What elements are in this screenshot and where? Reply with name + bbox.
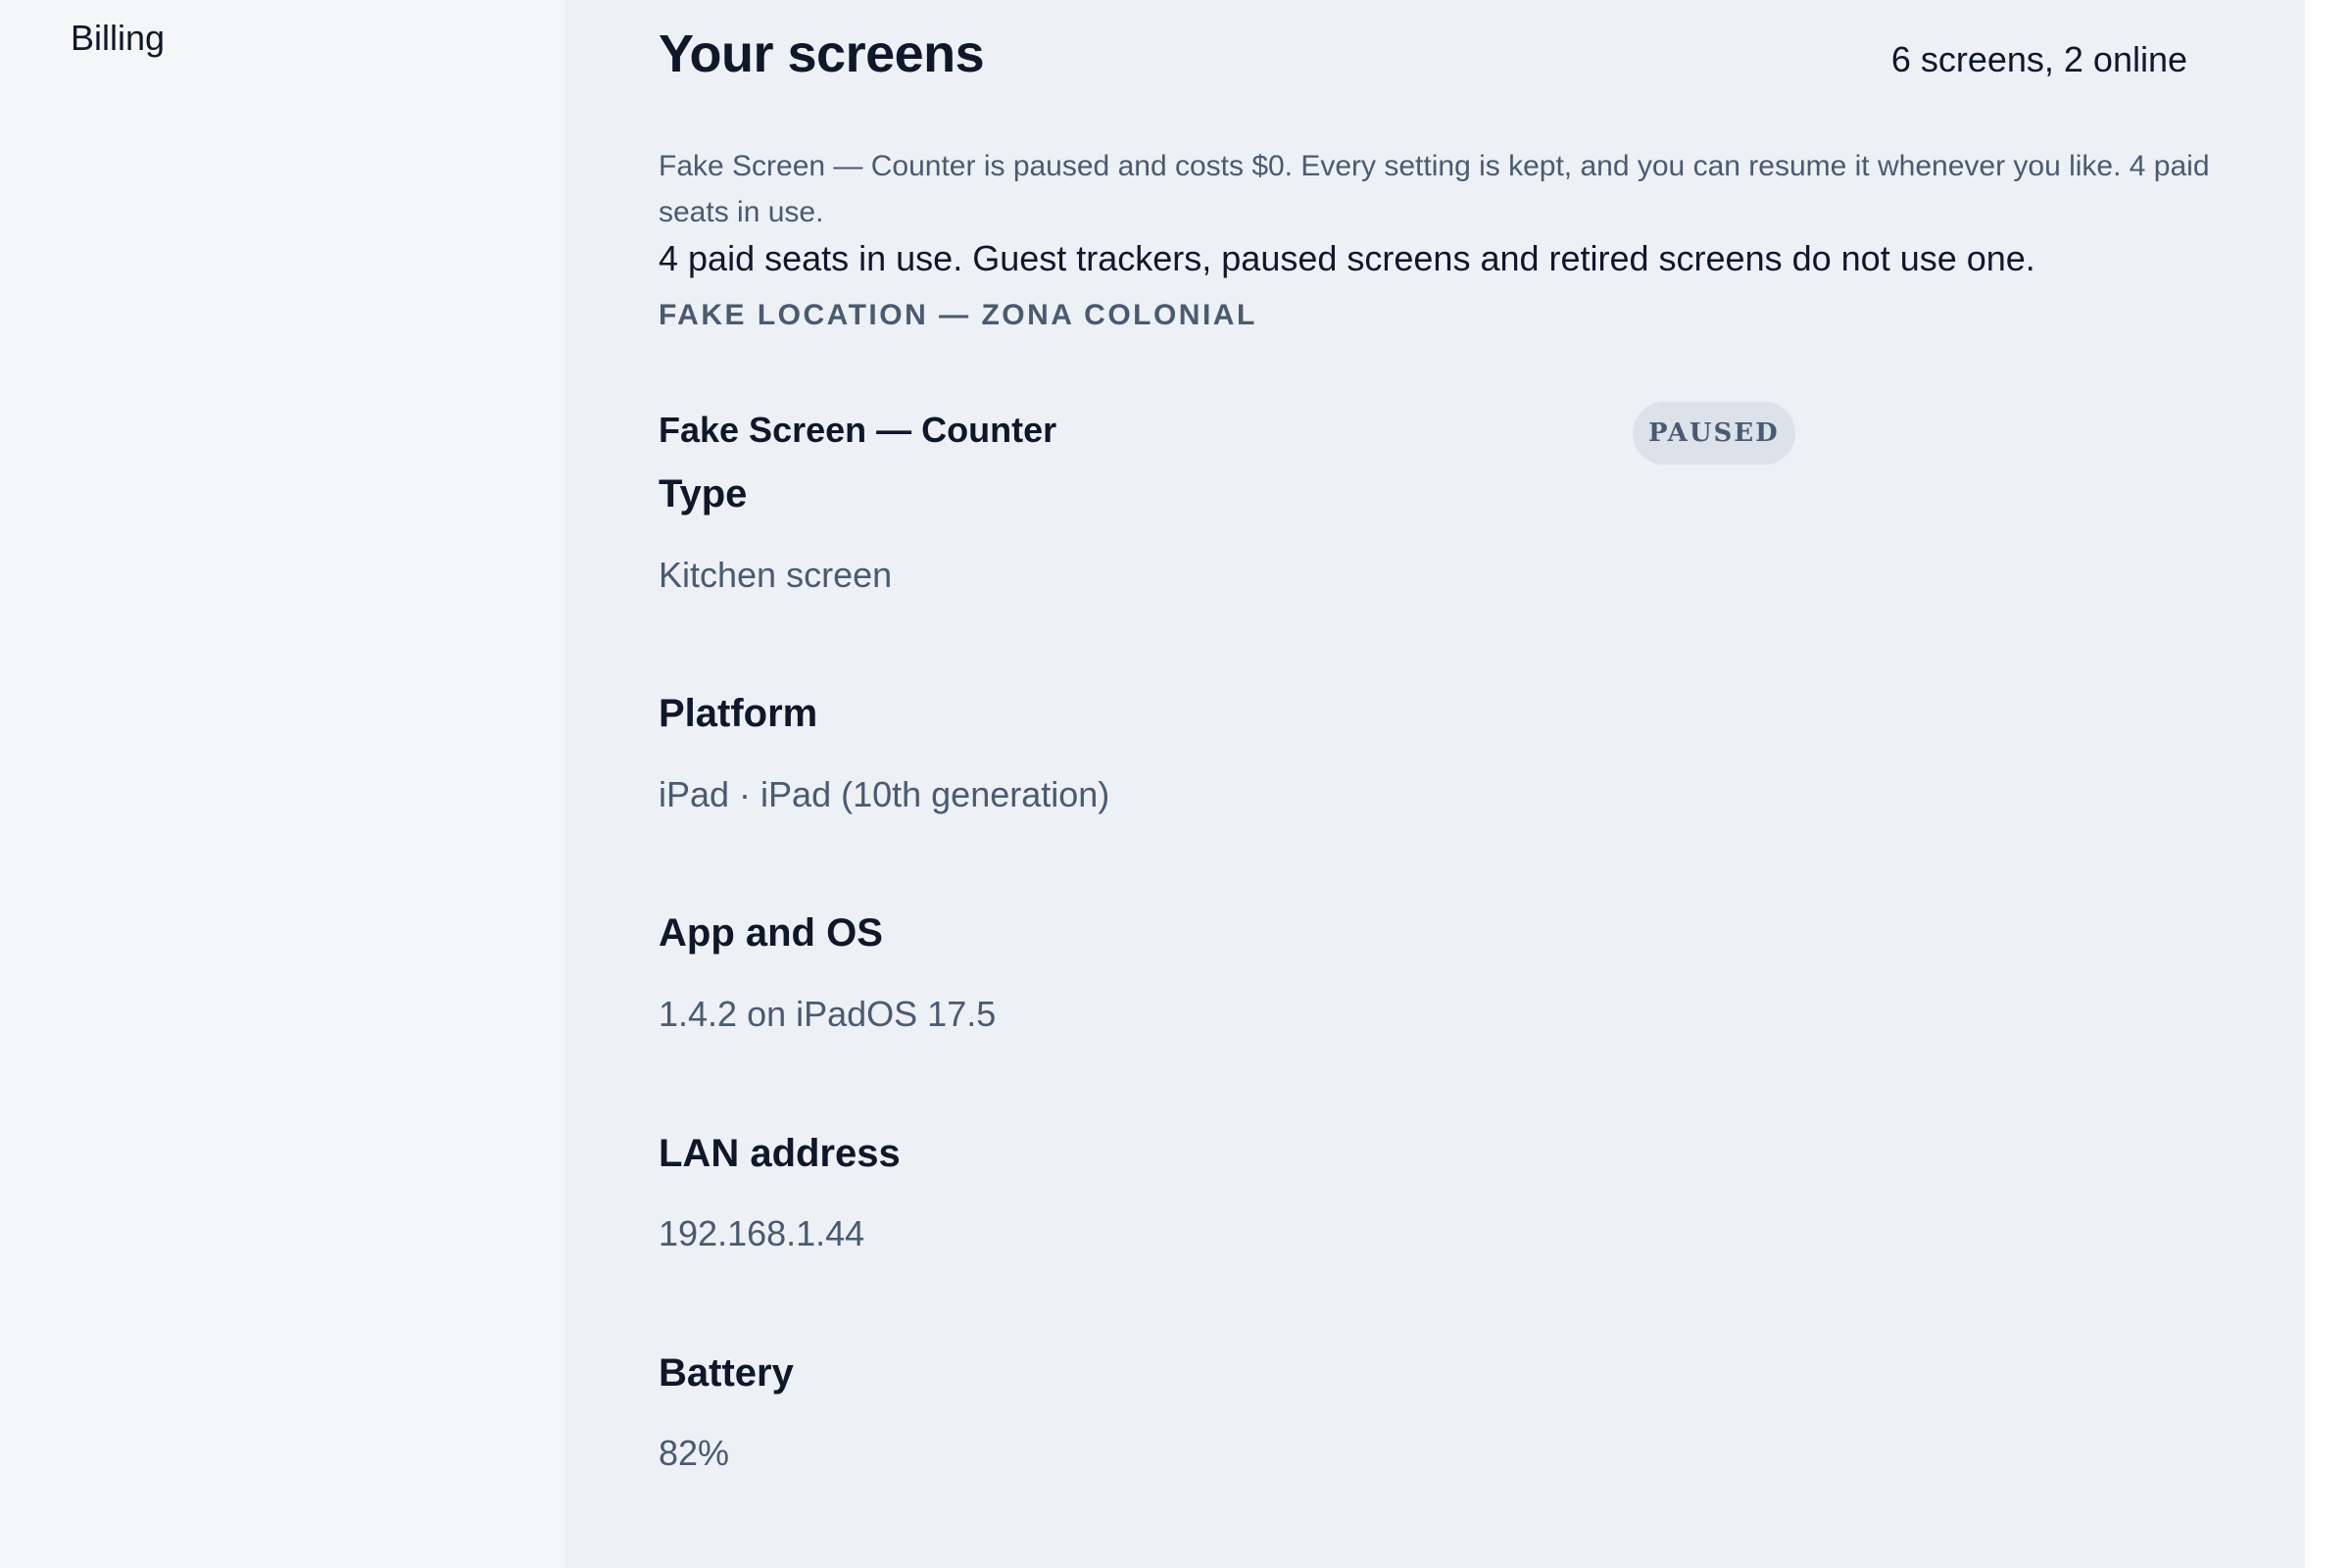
page-title: Your screens xyxy=(659,24,985,83)
screen-count-summary: 6 screens, 2 online xyxy=(1890,39,2187,79)
seats-info: 4 paid seats in use. Guest trackers, pau… xyxy=(659,238,2035,278)
app-os-value: 1.4.2 on iPadOS 17.5 xyxy=(659,994,997,1034)
sidebar-item-billing[interactable]: Billing xyxy=(71,18,165,59)
platform-value: iPad · iPad (10th generation) xyxy=(659,774,1110,814)
type-label: Type xyxy=(659,472,748,515)
platform-label: Platform xyxy=(659,692,818,735)
lan-address-label: LAN address xyxy=(659,1132,901,1175)
screen-name: Fake Screen — Counter xyxy=(659,410,1057,450)
battery-label: Battery xyxy=(659,1351,794,1395)
sidebar: Billing xyxy=(0,0,564,1568)
type-value: Kitchen screen xyxy=(659,555,893,595)
app-window: Billing Your screens 6 screens, 2 online… xyxy=(0,0,2352,1568)
paused-notice: Fake Screen — Counter is paused and cost… xyxy=(659,150,2210,228)
right-gutter xyxy=(2305,0,2352,1568)
status-badge: PAUSED xyxy=(1633,402,1795,465)
battery-value: 82% xyxy=(659,1433,730,1473)
main-content: Your screens 6 screens, 2 online Fake Sc… xyxy=(564,0,2305,1568)
lan-address-value: 192.168.1.44 xyxy=(659,1213,865,1253)
location-heading: FAKE LOCATION — ZONA COLONIAL xyxy=(659,299,1257,331)
app-os-label: App and OS xyxy=(659,911,883,955)
